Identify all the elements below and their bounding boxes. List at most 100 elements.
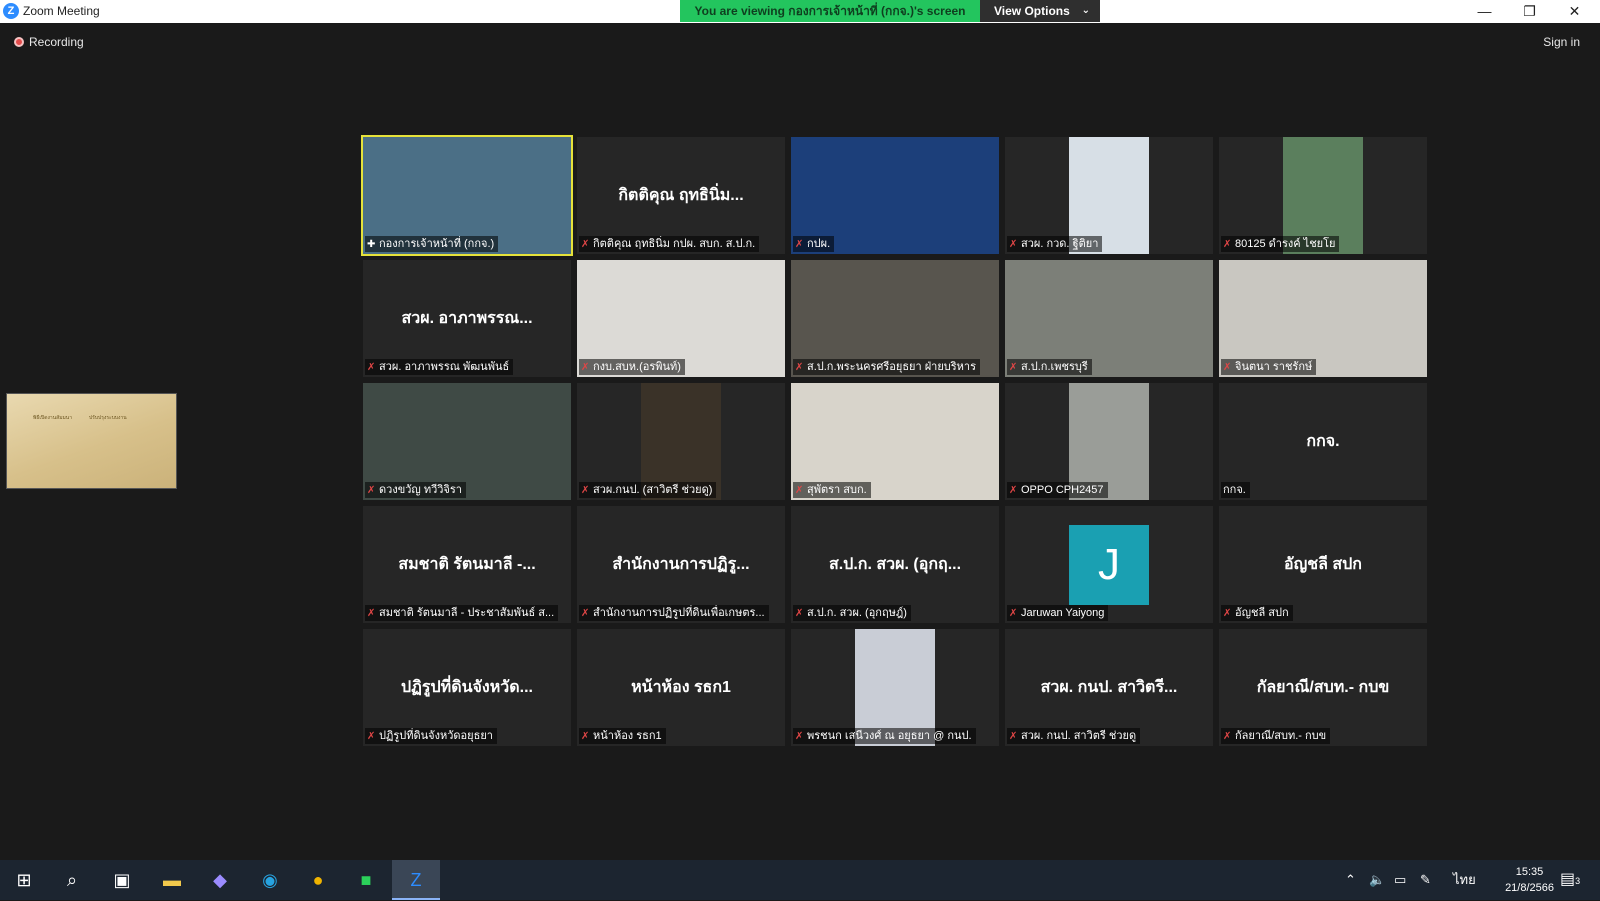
sign-in-link[interactable]: Sign in [1543, 35, 1580, 49]
restore-icon[interactable]: ❐ [1507, 0, 1552, 22]
participant-tile[interactable]: สำนักงานการปฏิรู... ✗ สำนักงานการปฏิรูปที่… [577, 506, 785, 623]
participant-display-name: กกจ. [1306, 433, 1340, 450]
participant-name: จินตนา ราชรักษ์ [1235, 361, 1313, 373]
participant-name-label: ✗ ดวงขวัญ ทวีวิจิรา [365, 482, 466, 498]
participant-name-label: ✗ จินตนา ราชรักษ์ [1221, 359, 1317, 375]
muted-mic-icon: ✗ [1223, 362, 1232, 373]
muted-mic-icon: ✗ [1009, 731, 1018, 742]
participant-name: พรชนก เสนีวงศ์ ณ อยุธยา @ กนป. [807, 730, 972, 742]
zoom-icon[interactable]: Z [392, 860, 440, 900]
participant-name: สุพัตรา สบก. [807, 484, 867, 496]
meeting-stage: Recording Sign in พิธีเปิดงานสัมมนา ปรับ… [0, 23, 1600, 860]
muted-mic-icon: ✗ [367, 362, 376, 373]
language-indicator[interactable]: ไทย [1453, 860, 1476, 900]
participant-tile[interactable]: ✗ กปผ. [791, 137, 999, 254]
participant-name: กองการเจ้าหน้าที่ (กกจ.) [379, 238, 495, 250]
participant-tile[interactable]: กกจ. กกจ. [1219, 383, 1427, 500]
participant-name-label: ✗ สำนักงานการปฏิรูปที่ดินเพื่อเกษตร... [579, 605, 769, 621]
participant-tile[interactable]: ปฏิรูปที่ดินจังหวัด... ✗ ปฏิรูปที่ดินจังหว… [363, 629, 571, 746]
edge-icon[interactable]: ◉ [246, 860, 294, 900]
participant-name: ส.ป.ก. สวผ. (อุกฤษฎ์) [807, 607, 907, 619]
search-icon[interactable]: ⌕ [48, 860, 96, 900]
participant-name-label: ✗ กิตติคุณ ฤทธินิ่ม กปผ. สบก. ส.ป.ก. [579, 236, 760, 252]
participant-name-label: ✗ สุพัตรา สบก. [793, 482, 871, 498]
chevron-up-icon[interactable]: ⌃ [1345, 860, 1356, 900]
muted-mic-icon: ✗ [795, 608, 804, 619]
participant-tile[interactable]: ✗ ส.ป.ก.เพชรบุรี [1005, 260, 1213, 377]
shared-screen-thumbnail[interactable]: พิธีเปิดงานสัมมนา ปรับปรุงระบบงาน [6, 393, 177, 489]
participant-tile[interactable]: หน้าห้อง รธก1 ✗ หน้าห้อง รธก1 [577, 629, 785, 746]
participant-name-label: ✗ Jaruwan Yaiyong [1007, 605, 1109, 621]
taskbar-clock[interactable]: 15:35 21/8/2566 [1505, 864, 1554, 896]
participant-tile[interactable]: สมชาติ รัตนมาลี -... ✗ สมชาติ รัตนมาลี - ป… [363, 506, 571, 623]
participant-tile[interactable]: ส.ป.ก. สวผ. (อุกฤ... ✗ ส.ป.ก. สวผ. (อุกฤษฎ… [791, 506, 999, 623]
pen-icon[interactable]: ✎ [1420, 860, 1431, 900]
muted-mic-icon: ✗ [1223, 608, 1232, 619]
network-icon[interactable]: ▭ [1394, 860, 1406, 900]
participant-tile[interactable]: ✗ จินตนา ราชรักษ์ [1219, 260, 1427, 377]
recording-indicator[interactable]: Recording [14, 35, 84, 49]
participant-name: สวผ. กวด. ฐิติยา [1021, 238, 1099, 250]
participant-tile[interactable]: ✗ ดวงขวัญ ทวีวิจิรา [363, 383, 571, 500]
view-options-button[interactable]: View Options ⌄ [980, 0, 1100, 22]
participant-name: OPPO CPH2457 [1021, 484, 1104, 496]
close-icon[interactable]: ✕ [1552, 0, 1597, 22]
pin-icon: ✚ [367, 239, 376, 250]
participant-name: สมชาติ รัตนมาลี - ประชาสัมพันธ์ ส... [379, 607, 555, 619]
participant-name: หน้าห้อง รธก1 [593, 730, 662, 742]
speaker-icon[interactable]: 🔈 [1369, 860, 1385, 900]
muted-mic-icon: ✗ [1223, 239, 1232, 250]
recording-label: Recording [29, 35, 84, 49]
task-view-icon[interactable]: ▣ [98, 860, 146, 900]
participant-tile[interactable]: กัลยาณี/สบท.- กบข ✗ กัลยาณี/สบท.- กบข [1219, 629, 1427, 746]
participant-tile[interactable]: ✗ สวผ. กวด. ฐิติยา [1005, 137, 1213, 254]
participant-name: 80125 ดำรงค์ ไชยโย [1235, 238, 1336, 250]
muted-mic-icon: ✗ [795, 731, 804, 742]
participant-tile[interactable]: สวผ. อาภาพรรณ... ✗ สวผ. อาภาพรรณ พัฒนพันธ์ [363, 260, 571, 377]
muted-mic-icon: ✗ [581, 239, 590, 250]
muted-mic-icon: ✗ [795, 362, 804, 373]
participant-tile[interactable]: J ✗ Jaruwan Yaiyong [1005, 506, 1213, 623]
participant-name-label: ✗ อัญชลี สปก [1221, 605, 1293, 621]
muted-mic-icon: ✗ [1009, 362, 1018, 373]
recording-icon [14, 37, 24, 47]
participant-name-label: ✚ กองการเจ้าหน้าที่ (กกจ.) [365, 236, 499, 252]
participant-tile[interactable]: ✚ กองการเจ้าหน้าที่ (กกจ.) [361, 135, 573, 256]
line-icon[interactable]: ■ [342, 860, 390, 900]
participant-name-label: ✗ กงบ.สบห.(อรพินท์) [579, 359, 685, 375]
participant-tile[interactable]: ✗ ส.ป.ก.พระนครศรีอยุธยา ฝ่ายบริหาร [791, 260, 999, 377]
title-bar: Z Zoom Meeting You are viewing กองการเจ้… [0, 0, 1600, 23]
participant-tile[interactable]: ✗ สุพัตรา สบก. [791, 383, 999, 500]
participant-tile[interactable]: ✗ 80125 ดำรงค์ ไชยโย [1219, 137, 1427, 254]
muted-mic-icon: ✗ [581, 731, 590, 742]
chevron-down-icon: ⌄ [1081, 5, 1090, 16]
notification-icon[interactable]: ▤3 [1560, 860, 1580, 900]
participant-name: ปฏิรูปที่ดินจังหวัดอยุธยา [379, 730, 493, 742]
participant-name: ส.ป.ก.พระนครศรีอยุธยา ฝ่ายบริหาร [807, 361, 977, 373]
muted-mic-icon: ✗ [1009, 485, 1018, 496]
copilot-icon[interactable]: ◆ [196, 860, 244, 900]
participant-name: สวผ. อาภาพรรณ พัฒนพันธ์ [379, 361, 510, 373]
participant-name-label: ✗ สวผ. กวด. ฐิติยา [1007, 236, 1103, 252]
participant-tile[interactable]: ✗ สวผ.กนป. (สาวิตรี ช่วยดู) [577, 383, 785, 500]
file-explorer-icon[interactable]: ▬ [148, 860, 196, 900]
muted-mic-icon: ✗ [795, 485, 804, 496]
participant-name-label: ✗ กปผ. [793, 236, 835, 252]
participant-name-label: ✗ พรชนก เสนีวงศ์ ณ อยุธยา @ กนป. [793, 728, 976, 744]
participant-tile[interactable]: ✗ พรชนก เสนีวงศ์ ณ อยุธยา @ กนป. [791, 629, 999, 746]
participant-tile[interactable]: สวผ. กนป. สาวิตรี... ✗ สวผ. กนป. สาวิตรี ช… [1005, 629, 1213, 746]
participant-name-label: ✗ สวผ. อาภาพรรณ พัฒนพันธ์ [365, 359, 514, 375]
minimize-icon[interactable]: — [1462, 0, 1507, 22]
participant-name-label: ✗ ส.ป.ก.เพชรบุรี [1007, 359, 1092, 375]
windows-start-icon[interactable]: ⊞ [0, 860, 48, 900]
participant-tile[interactable]: ✗ OPPO CPH2457 [1005, 383, 1213, 500]
participant-tile[interactable]: อัญชลี สปก ✗ อัญชลี สปก [1219, 506, 1427, 623]
view-options-label: View Options [994, 4, 1070, 18]
window-title: Zoom Meeting [23, 4, 100, 18]
clock-time: 15:35 [1515, 866, 1544, 878]
participant-tile[interactable]: ✗ กงบ.สบห.(อรพินท์) [577, 260, 785, 377]
participant-name: กปผ. [807, 238, 831, 250]
chrome-icon[interactable]: ● [294, 860, 342, 900]
participant-tile[interactable]: กิตติคุณ ฤทธินิ่ม... ✗ กิตติคุณ ฤทธินิ่ม ก… [577, 137, 785, 254]
windows-taskbar: ⊞ ⌕ ▣ ▬ ◆ ◉ ● ■ Z ⌃ 🔈 ▭ ✎ ไทย 15:35 21/8… [0, 860, 1600, 900]
